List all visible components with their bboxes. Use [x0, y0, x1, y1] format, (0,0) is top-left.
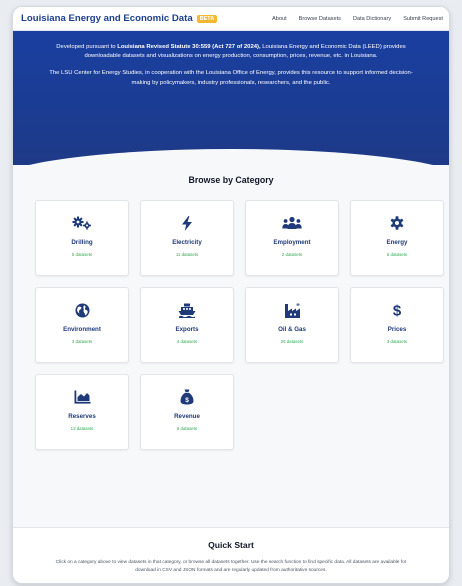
category-count: 13 datasets — [70, 426, 94, 431]
category-name: Revenue — [174, 413, 200, 420]
nav-data-dictionary[interactable]: Data Dictionary — [353, 16, 391, 22]
svg-text:$: $ — [393, 303, 402, 319]
money-bag-icon: $ — [180, 389, 194, 405]
category-name: Prices — [387, 326, 407, 333]
category-card-employment[interactable]: Employment 2 datasets — [245, 200, 339, 276]
category-count: 3 datasets — [71, 339, 93, 344]
industry-icon — [284, 302, 301, 318]
category-name: Environment — [63, 326, 101, 333]
cog-icon — [390, 215, 404, 231]
category-card-drilling[interactable]: Drilling 5 datasets — [35, 200, 129, 276]
globe-icon — [75, 302, 90, 318]
category-card-prices[interactable]: $ Prices 3 datasets — [350, 287, 444, 363]
category-card-oil-gas[interactable]: Oil & Gas 26 datasets — [245, 287, 339, 363]
beta-badge: BETA — [196, 14, 218, 23]
top-nav: Louisiana Energy and Economic Data BETA … — [13, 7, 449, 31]
gears-icon — [72, 215, 92, 231]
people-icon — [282, 215, 302, 231]
browser-frame: Louisiana Energy and Economic Data BETA … — [12, 6, 450, 584]
category-card-revenue[interactable]: $ Revenue 6 datasets — [140, 374, 234, 450]
hero-intro: Developed pursuant to Louisiana Revised … — [56, 44, 406, 60]
category-count: 26 datasets — [280, 339, 304, 344]
category-name: Reserves — [68, 413, 96, 420]
quick-start-title: Quick Start — [208, 540, 254, 550]
category-card-electricity[interactable]: Electricity 11 datasets — [140, 200, 234, 276]
hero-partners: The LSU Center for Energy Studies, in co… — [49, 70, 413, 86]
area-chart-icon — [74, 389, 91, 405]
category-count: 6 datasets — [176, 426, 198, 431]
category-name: Drilling — [71, 239, 93, 246]
nav-browse-datasets[interactable]: Browse Datasets — [299, 16, 341, 22]
category-card-energy[interactable]: Energy 6 datasets — [350, 200, 444, 276]
category-grid: Drilling 5 datasets Electricity 11 datas… — [13, 200, 449, 450]
bolt-icon — [181, 215, 193, 231]
browse-title: Browse by Category — [188, 175, 274, 185]
quick-start-text: Click on a category above to view datase… — [55, 560, 407, 574]
dollar-icon: $ — [391, 302, 403, 319]
category-name: Oil & Gas — [278, 326, 306, 333]
hero-banner: Developed pursuant to Louisiana Revised … — [13, 31, 449, 165]
category-card-exports[interactable]: Exports 4 datasets — [140, 287, 234, 363]
ship-icon — [178, 302, 196, 318]
category-count: 4 datasets — [176, 339, 198, 344]
category-count: 11 datasets — [175, 252, 199, 257]
category-name: Energy — [386, 239, 408, 246]
category-card-reserves[interactable]: Reserves 13 datasets — [35, 374, 129, 450]
category-count: 2 datasets — [281, 252, 303, 257]
category-count: 3 datasets — [386, 339, 408, 344]
category-count: 5 datasets — [71, 252, 93, 257]
category-name: Employment — [273, 239, 311, 246]
nav-submit-request[interactable]: Submit Request — [403, 16, 443, 22]
category-count: 6 datasets — [386, 252, 408, 257]
category-name: Electricity — [172, 239, 202, 246]
category-name: Exports — [175, 326, 199, 333]
site-title[interactable]: Louisiana Energy and Economic Data — [21, 13, 193, 24]
nav-links: About Browse Datasets Data Dictionary Su… — [272, 16, 443, 22]
svg-text:$: $ — [185, 397, 189, 404]
nav-about[interactable]: About — [272, 16, 287, 22]
category-card-environment[interactable]: Environment 3 datasets — [35, 287, 129, 363]
quick-start-section: Quick Start Click on a category above to… — [13, 527, 449, 583]
